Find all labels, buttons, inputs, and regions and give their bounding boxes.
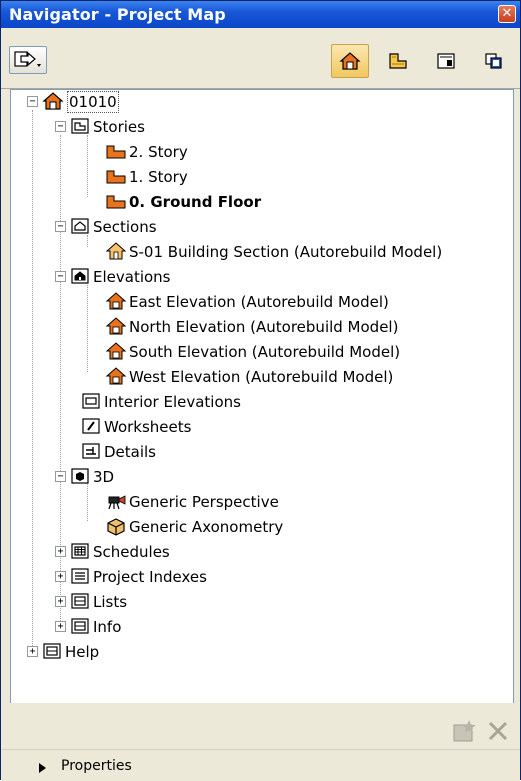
view-map-icon [389, 53, 407, 69]
elevation-label: West Elevation (Autorebuild Model) [129, 368, 394, 386]
story-icon [106, 170, 126, 184]
elevation-label: North Elevation (Autorebuild Model) [129, 318, 399, 336]
expand-arrow-icon[interactable] [39, 763, 46, 773]
project-indexes-icon [71, 568, 89, 584]
project-map-tab[interactable] [331, 44, 369, 78]
collapse-toggle[interactable]: − [55, 471, 66, 482]
delete-button[interactable] [483, 716, 513, 746]
elevations-folder-icon [71, 268, 89, 284]
interior-elevations-label: Interior Elevations [104, 393, 241, 411]
properties-label: Properties [61, 758, 132, 774]
info-icon [71, 618, 89, 634]
interior-elevations-icon [82, 393, 100, 409]
worksheets-label: Worksheets [104, 418, 192, 436]
expand-toggle[interactable]: + [55, 621, 66, 632]
toolbar [1, 28, 520, 89]
camera-icon [108, 495, 126, 510]
window-title: Navigator - Project Map [9, 5, 226, 24]
expand-toggle[interactable]: + [55, 546, 66, 557]
expand-toggle[interactable]: + [27, 646, 38, 657]
section-house-icon [105, 242, 127, 260]
info-label: Info [93, 618, 122, 636]
collapse-toggle[interactable]: − [27, 96, 38, 107]
layout-book-icon [437, 53, 455, 69]
schedules-label: Schedules [93, 543, 170, 561]
worksheets-icon [82, 418, 100, 434]
view-map-tab[interactable] [381, 44, 415, 78]
story-label: 0. Ground Floor [129, 193, 262, 211]
perspective-label: Generic Perspective [129, 493, 279, 511]
elevation-house-icon [105, 317, 127, 335]
publisher-sets-tab[interactable] [477, 44, 511, 78]
help-label: Help [65, 643, 100, 661]
stories-label: Stories [93, 118, 145, 136]
new-item-button[interactable] [449, 716, 479, 746]
collapse-toggle[interactable]: − [55, 121, 66, 132]
story-label: 2. Story [129, 143, 188, 161]
expand-toggle[interactable]: + [55, 596, 66, 607]
publisher-sets-icon [485, 53, 502, 69]
elevation-house-icon [105, 367, 127, 385]
project-house-icon [42, 92, 64, 110]
section-label: S-01 Building Section (Autorebuild Model… [129, 243, 443, 261]
new-item-icon [453, 720, 476, 742]
close-icon: ✕ [501, 6, 513, 21]
details-label: Details [104, 443, 157, 461]
elevation-label: East Elevation (Autorebuild Model) [129, 293, 389, 311]
3d-folder-icon [71, 468, 89, 484]
project-indexes-label: Project Indexes [93, 568, 207, 586]
layout-book-tab[interactable] [429, 44, 463, 78]
properties-bar[interactable]: Properties [1, 749, 520, 781]
collapse-toggle[interactable]: − [55, 221, 66, 232]
export-button[interactable] [9, 46, 47, 74]
details-icon [82, 443, 100, 459]
root-label: 01010 [67, 91, 119, 113]
story-icon [106, 195, 126, 209]
close-button[interactable]: ✕ [498, 5, 516, 23]
3d-label: 3D [93, 468, 115, 486]
sections-folder-icon [71, 218, 89, 234]
bottom-toolbar [1, 703, 520, 749]
story-label: 1. Story [129, 168, 188, 186]
collapse-toggle[interactable]: − [55, 271, 66, 282]
axonometry-label: Generic Axonometry [129, 518, 284, 536]
stories-folder-icon [71, 118, 89, 134]
elevation-house-icon [105, 292, 127, 310]
project-map-tree[interactable]: − 01010 − Stories 2. Story 1. Story 0. G… [10, 89, 514, 704]
project-map-icon [339, 52, 361, 70]
export-arrow-icon [14, 51, 41, 67]
story-icon [106, 145, 126, 159]
elevation-house-icon [105, 342, 127, 360]
axonometry-box-icon [107, 518, 125, 536]
sections-label: Sections [93, 218, 157, 236]
elevation-label: South Elevation (Autorebuild Model) [129, 343, 401, 361]
elevations-label: Elevations [93, 268, 171, 286]
expand-toggle[interactable]: + [55, 571, 66, 582]
lists-icon [71, 593, 89, 609]
lists-label: Lists [93, 593, 128, 611]
navigator-window: Navigator - Project Map ✕ − 01010 − Stor… [0, 0, 521, 781]
delete-icon [488, 721, 508, 741]
title-bar[interactable]: Navigator - Project Map ✕ [1, 1, 520, 28]
help-icon [43, 643, 61, 659]
schedules-icon [71, 543, 89, 559]
